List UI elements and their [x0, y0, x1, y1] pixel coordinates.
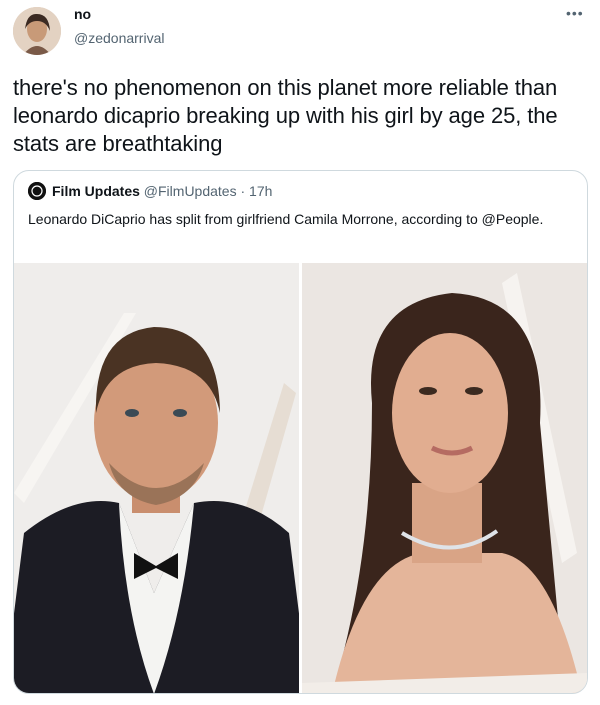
quoted-time[interactable]: 17h — [249, 183, 272, 199]
quoted-tweet-card[interactable]: Film Updates @FilmUpdates · 17h Leonardo… — [13, 170, 588, 694]
more-horizontal-icon[interactable]: ••• — [566, 6, 584, 20]
quoted-display-name[interactable]: Film Updates — [52, 183, 140, 199]
photo-man[interactable] — [14, 263, 299, 693]
quoted-tweet-text: Leonardo DiCaprio has split from girlfri… — [28, 211, 544, 227]
user-handle[interactable]: @zedonarrival — [74, 30, 164, 46]
quoted-media[interactable] — [14, 263, 587, 693]
user-avatar[interactable] — [13, 7, 61, 55]
quoted-avatar-icon[interactable] — [28, 182, 46, 200]
quoted-separator: · — [240, 183, 246, 199]
photo-woman[interactable] — [302, 263, 587, 693]
user-display-name[interactable]: no — [74, 6, 91, 22]
quoted-tweet-header: Film Updates @FilmUpdates · 17h — [28, 182, 272, 200]
quoted-handle[interactable]: @FilmUpdates — [144, 183, 237, 199]
tweet-text: there's no phenomenon on this planet mor… — [13, 75, 558, 156]
